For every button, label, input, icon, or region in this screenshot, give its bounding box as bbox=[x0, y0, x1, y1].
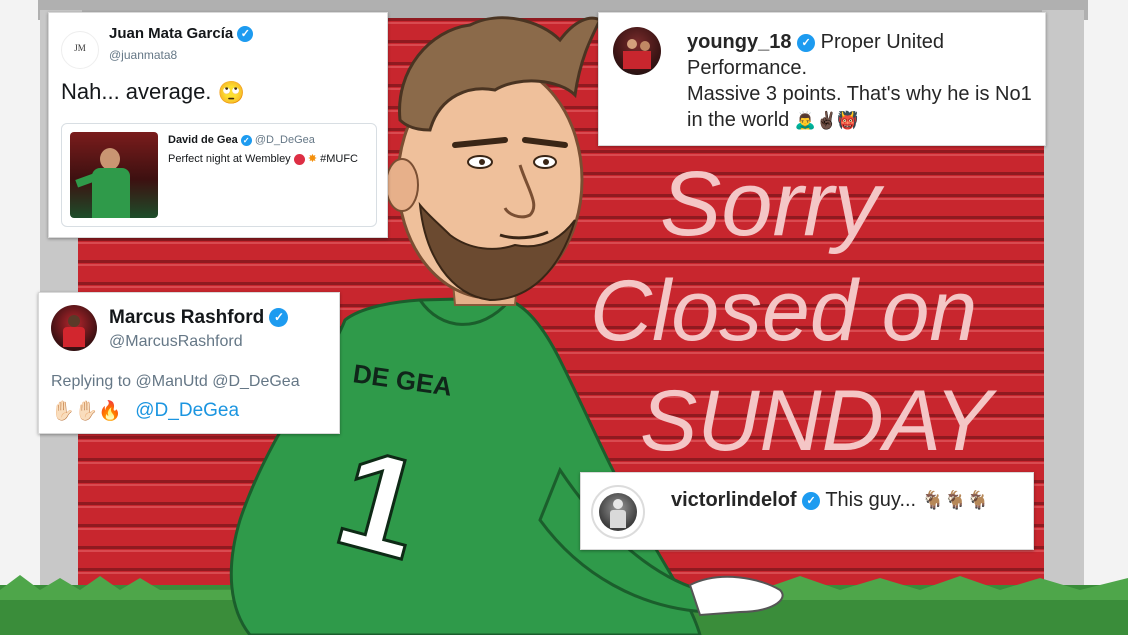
hashtag-link[interactable]: #MUFC bbox=[320, 153, 358, 165]
graffiti-sorry: Sorry bbox=[660, 153, 885, 255]
username[interactable]: youngy_18 bbox=[687, 31, 791, 53]
avatar[interactable] bbox=[591, 485, 645, 539]
display-name[interactable]: Marcus Rashford bbox=[109, 307, 264, 328]
avatar[interactable]: JM bbox=[61, 31, 99, 69]
quoted-tweet-text: Perfect night at Wembley bbox=[168, 153, 291, 165]
verified-badge-icon: ✓ bbox=[237, 26, 254, 43]
tweet-text: Nah... average. bbox=[61, 79, 212, 104]
graffiti-sunday: SUNDAY bbox=[640, 373, 998, 469]
user-handle[interactable]: @MarcusRashford bbox=[109, 333, 243, 351]
comment-text: This guy... bbox=[825, 489, 917, 511]
verified-badge-icon: ✓ bbox=[802, 491, 821, 510]
comment-text-line-1: Proper United bbox=[820, 31, 945, 53]
quoted-display-name[interactable]: David de Gea bbox=[168, 134, 238, 146]
collision-icon: ✸ bbox=[307, 153, 318, 165]
instagram-comment-lindelof[interactable]: victorlindelof ✓ This guy... 🐐🐐🐐 bbox=[580, 472, 1034, 550]
comment-text-line-3: Massive 3 points. That's why he is No1 bbox=[687, 83, 1032, 105]
quoted-tweet-photo bbox=[70, 132, 158, 218]
red-circle-icon bbox=[293, 153, 305, 165]
quoted-user-handle[interactable]: @D_DeGea bbox=[255, 134, 315, 146]
goat-emoji-icon: 🐐🐐🐐 bbox=[921, 490, 989, 511]
tweet-card-mata[interactable]: JM Juan Mata García ✓ @juanmata8 Nah... … bbox=[48, 12, 388, 238]
verified-badge-icon: ✓ bbox=[240, 134, 252, 146]
user-handle[interactable]: @juanmata8 bbox=[109, 48, 177, 62]
raised-hands-fire-emoji-icon: ✋🏻✋🏻🔥 bbox=[51, 401, 122, 422]
jm-logo: JM bbox=[74, 43, 86, 53]
replying-to-users[interactable]: @ManUtd @D_DeGea bbox=[136, 373, 300, 390]
quoted-tweet[interactable]: David de Gea ✓ @D_DeGea Perfect night at… bbox=[61, 123, 377, 227]
verified-badge-icon: ✓ bbox=[797, 33, 816, 52]
avatar[interactable] bbox=[613, 27, 661, 75]
display-name[interactable]: Juan Mata García bbox=[109, 25, 233, 42]
shutter-pillar-right bbox=[1042, 10, 1084, 610]
instagram-comment-youngy[interactable]: youngy_18 ✓ Proper United Performance. M… bbox=[598, 12, 1046, 146]
avatar[interactable] bbox=[51, 305, 97, 351]
comment-text-line-4: in the world bbox=[687, 109, 790, 131]
graffiti-closed-on: Closed on bbox=[590, 263, 977, 359]
eye-roll-emoji-icon: 🙄 bbox=[217, 80, 245, 106]
username[interactable]: victorlindelof bbox=[671, 489, 797, 511]
verified-badge-icon: ✓ bbox=[269, 308, 289, 328]
tweet-card-rashford[interactable]: Marcus Rashford ✓ @MarcusRashford Replyi… bbox=[38, 292, 340, 434]
comment-text-line-2: Performance. bbox=[687, 57, 808, 79]
replying-to-label: Replying to bbox=[51, 373, 132, 390]
emoji-group-icon: 🙇‍♂️✌🏿👹 bbox=[794, 110, 859, 130]
mention-link[interactable]: @D_DeGea bbox=[135, 400, 239, 421]
